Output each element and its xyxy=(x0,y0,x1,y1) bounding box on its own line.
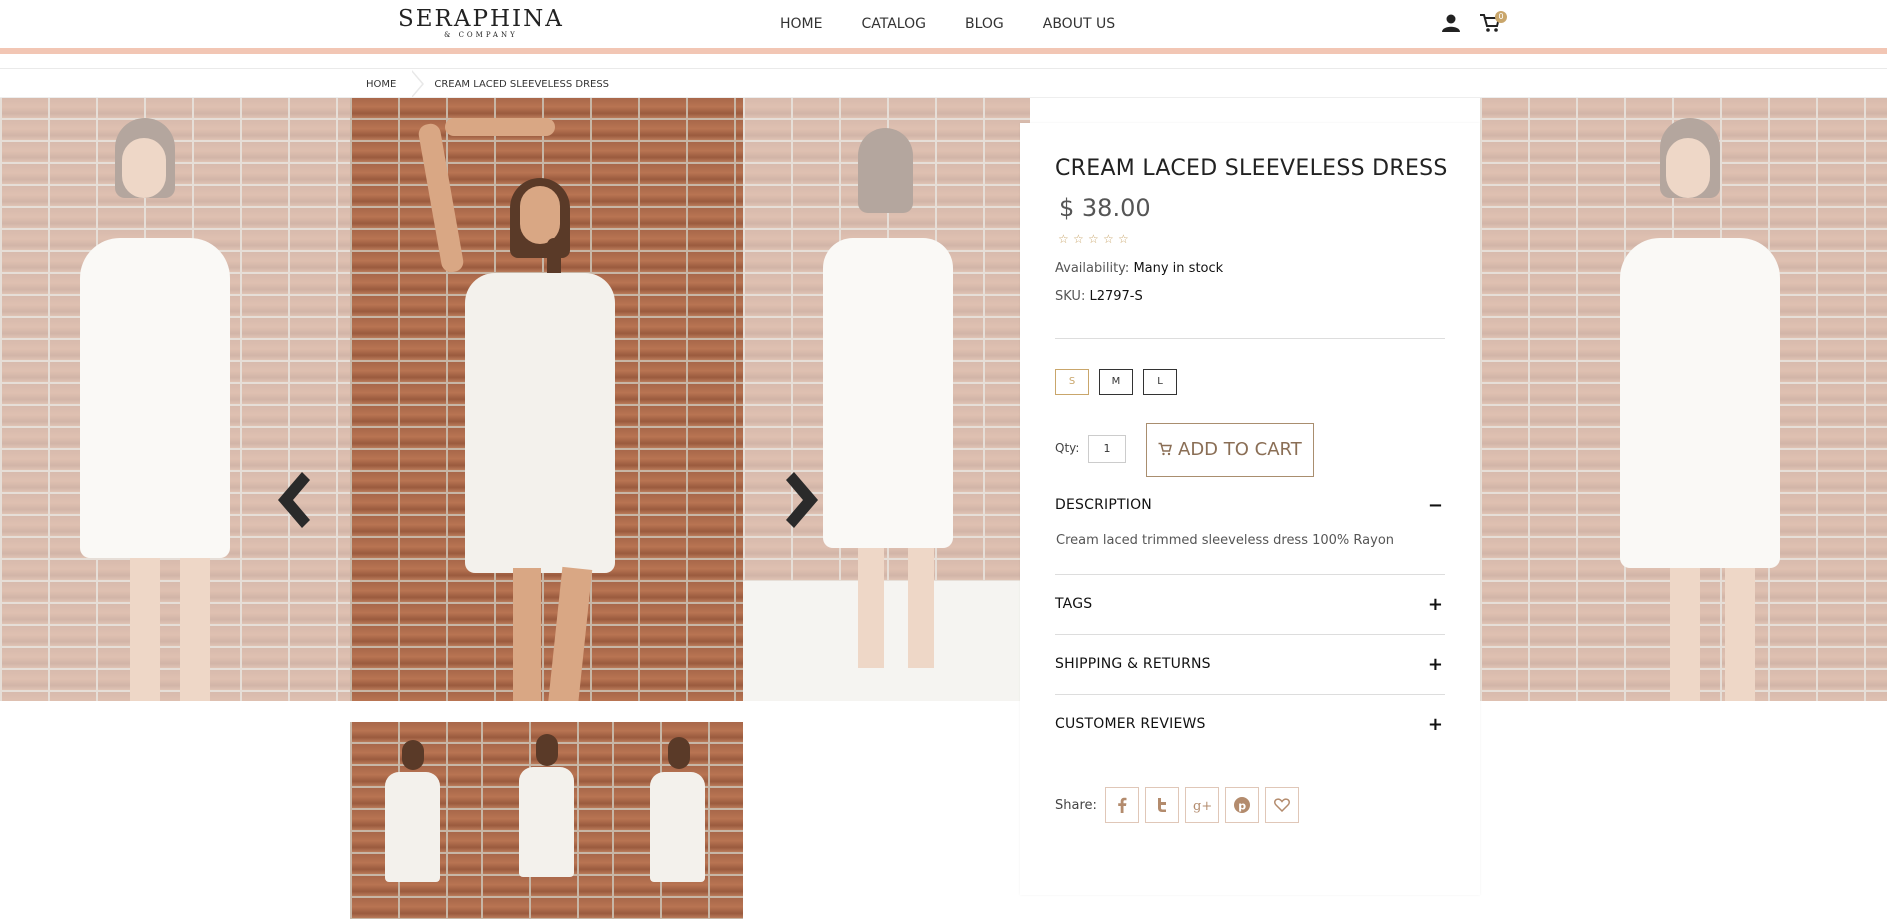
product-image-carousel xyxy=(0,98,1887,701)
star-icon: ☆ xyxy=(1088,232,1099,246)
twitter-share-button[interactable] xyxy=(1145,787,1179,823)
expand-icon: + xyxy=(1427,593,1443,615)
breadcrumb-current: CREAM LACED SLEEVELESS DRESS xyxy=(434,78,610,90)
facebook-share-button[interactable] xyxy=(1105,787,1139,823)
svg-text:g+: g+ xyxy=(1193,799,1211,813)
expand-icon: + xyxy=(1427,713,1443,735)
carousel-slide-next xyxy=(743,98,1030,701)
thumbnail-2[interactable] xyxy=(481,722,612,919)
model-image xyxy=(417,118,655,701)
description-text: Cream laced trimmed sleeveless dress 100… xyxy=(1056,533,1395,548)
site-header: SERAPHINA & COMPANY HOME CATALOG BLOG AB… xyxy=(0,0,1887,48)
accordion-customer-reviews[interactable]: CUSTOMER REVIEWS + xyxy=(1055,695,1445,753)
brand-name: SERAPHINA xyxy=(398,6,564,32)
availability-value: Many in stock xyxy=(1133,261,1224,276)
accordion-reviews-label: CUSTOMER REVIEWS xyxy=(1055,716,1206,732)
divider xyxy=(1055,338,1445,339)
size-selector: S M L xyxy=(1055,369,1177,395)
rating-stars[interactable]: ☆ ☆ ☆ ☆ ☆ xyxy=(1058,233,1130,245)
sku-value: L2797-S xyxy=(1089,289,1143,304)
product-info-panel: CREAM LACED SLEEVELESS DRESS $ 38.00 ☆ ☆… xyxy=(1020,123,1480,895)
thumbnail-3[interactable] xyxy=(612,722,743,919)
brand-tagline: & COMPANY xyxy=(444,31,518,39)
twitter-icon xyxy=(1158,798,1166,812)
product-title: CREAM LACED SLEEVELESS DRESS xyxy=(1055,156,1448,181)
share-label: Share: xyxy=(1055,798,1097,813)
facebook-icon xyxy=(1118,797,1127,813)
nav-about-us[interactable]: ABOUT US xyxy=(1043,16,1115,32)
brand-logo[interactable]: SERAPHINA & COMPANY xyxy=(398,7,564,39)
accordion-tags-label: TAGS xyxy=(1055,596,1093,612)
size-option-m[interactable]: M xyxy=(1099,369,1133,395)
sku-label: SKU: xyxy=(1055,289,1086,304)
accordion-tags[interactable]: TAGS + xyxy=(1055,575,1445,633)
header-accent-bar xyxy=(0,48,1887,54)
nav-catalog[interactable]: CATALOG xyxy=(861,16,925,32)
sku: SKU: L2797-S xyxy=(1055,289,1143,304)
star-icon: ☆ xyxy=(1058,232,1069,246)
carousel-prev-arrow-icon[interactable] xyxy=(270,468,314,532)
share-buttons: g+ p xyxy=(1105,787,1299,823)
svg-text:p: p xyxy=(1238,800,1246,813)
thumbnail-strip xyxy=(350,722,743,919)
wishlist-button[interactable] xyxy=(1265,787,1299,823)
main-nav: HOME CATALOG BLOG ABOUT US xyxy=(780,16,1154,32)
size-option-s[interactable]: S xyxy=(1055,369,1089,395)
star-icon: ☆ xyxy=(1073,232,1084,246)
star-icon: ☆ xyxy=(1103,232,1114,246)
carousel-slide-prev xyxy=(0,98,350,701)
google-plus-share-button[interactable]: g+ xyxy=(1185,787,1219,823)
star-icon: ☆ xyxy=(1118,232,1129,246)
accordion-shipping-returns[interactable]: SHIPPING & RETURNS + xyxy=(1055,635,1445,693)
collapse-icon: − xyxy=(1427,494,1443,516)
carousel-slide-active xyxy=(350,98,743,701)
product-price: $ 38.00 xyxy=(1059,194,1151,222)
breadcrumb-separator-icon xyxy=(411,70,425,98)
pinterest-share-button[interactable]: p xyxy=(1225,787,1259,823)
cart-count-badge: 0 xyxy=(1495,11,1507,23)
add-to-cart-button[interactable]: ADD TO CART xyxy=(1146,423,1314,477)
carousel-slide-far xyxy=(1480,98,1887,701)
qty-label: Qty: xyxy=(1055,441,1080,455)
heart-icon xyxy=(1274,798,1290,812)
accordion-shipping-label: SHIPPING & RETURNS xyxy=(1055,656,1211,672)
size-option-l[interactable]: L xyxy=(1143,369,1177,395)
carousel-next-arrow-icon[interactable] xyxy=(782,468,826,532)
accordion-description-label: DESCRIPTION xyxy=(1055,497,1152,513)
availability: Availability: Many in stock xyxy=(1055,261,1223,276)
breadcrumb: HOME CREAM LACED SLEEVELESS DRESS xyxy=(350,70,609,98)
header-divider xyxy=(0,68,1887,69)
cart-icon xyxy=(1158,442,1173,456)
nav-blog[interactable]: BLOG xyxy=(965,16,1004,32)
breadcrumb-home[interactable]: HOME xyxy=(350,79,412,90)
thumbnail-1[interactable] xyxy=(350,722,481,919)
expand-icon: + xyxy=(1427,653,1443,675)
pinterest-icon: p xyxy=(1234,797,1250,813)
accordion-description[interactable]: DESCRIPTION − xyxy=(1055,476,1445,534)
add-to-cart-label: ADD TO CART xyxy=(1178,439,1302,460)
google-plus-icon: g+ xyxy=(1193,799,1211,813)
user-icon[interactable] xyxy=(1441,13,1461,33)
quantity-input[interactable]: 1 xyxy=(1088,435,1126,463)
availability-label: Availability: xyxy=(1055,261,1130,276)
nav-home[interactable]: HOME xyxy=(780,16,822,32)
